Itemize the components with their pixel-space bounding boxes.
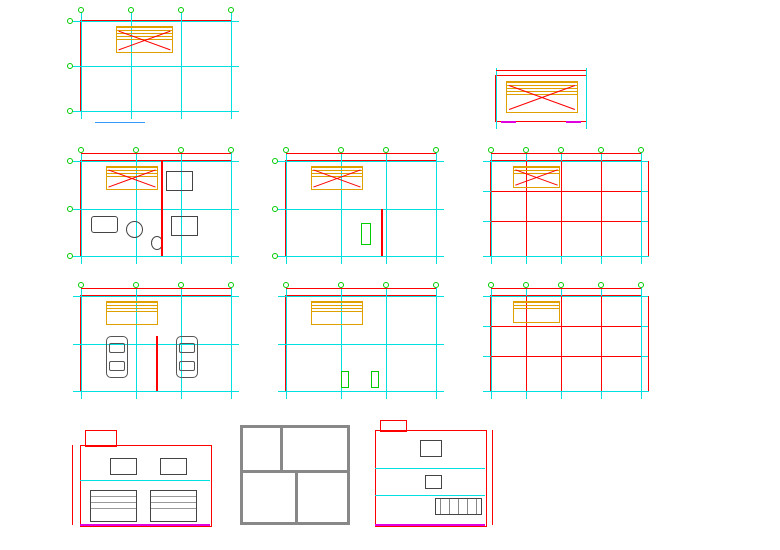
window-icon — [110, 458, 137, 475]
railing-icon — [435, 498, 482, 515]
bed-icon — [166, 171, 193, 191]
garage-door-icon — [150, 490, 197, 522]
window-icon — [425, 475, 442, 489]
window-icon — [160, 458, 187, 475]
elevation-side — [375, 420, 485, 525]
car-icon — [176, 336, 198, 378]
plan-roof — [80, 20, 232, 112]
section — [240, 425, 350, 525]
cad-drawing-sheet — [0, 0, 780, 550]
plan-floor-2-structural — [490, 160, 642, 257]
elevation-front — [80, 430, 210, 525]
bed-icon — [171, 216, 198, 236]
garage-door-icon — [90, 490, 137, 522]
label-underline — [95, 122, 145, 123]
plan-stair-detail — [495, 75, 587, 122]
sofa-icon — [91, 216, 118, 233]
window-icon — [420, 440, 442, 457]
plan-floor-1-structural — [490, 295, 642, 392]
plan-floor-2-bare — [285, 160, 437, 257]
car-icon — [106, 336, 128, 378]
table-icon — [126, 221, 143, 238]
plan-floor-1-bare — [285, 295, 437, 392]
plan-floor-1-furnished — [80, 295, 232, 392]
plan-floor-2-furnished — [80, 160, 232, 257]
